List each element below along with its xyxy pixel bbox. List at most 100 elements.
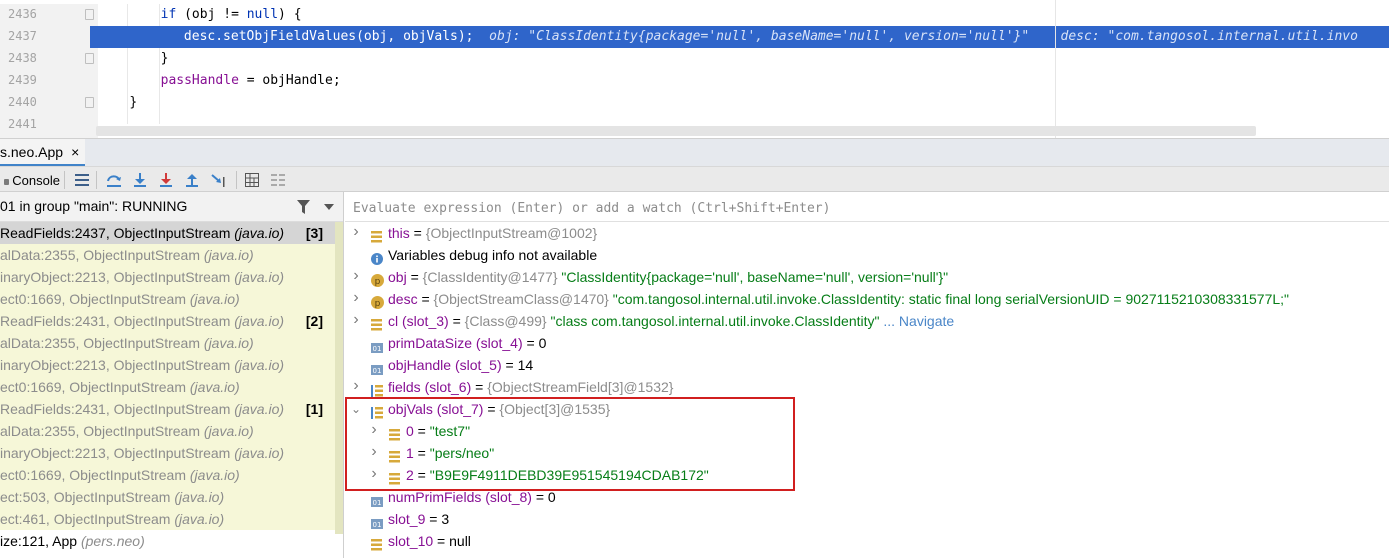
evaluate-expression-icon[interactable]	[242, 170, 262, 190]
filter-icon[interactable]	[297, 200, 310, 214]
stack-frame-row[interactable]: ect:503, ObjectInputStream (java.io)	[0, 486, 335, 508]
step-out-icon[interactable]	[182, 170, 202, 190]
variable-row[interactable]: › p obj = {ClassIdentity@1477} "ClassIdent…	[345, 266, 1385, 288]
variable-text: slot_10 = null	[388, 530, 471, 552]
run-to-cursor-icon[interactable]	[208, 170, 230, 190]
code-line[interactable]: }	[98, 92, 1389, 114]
equals-sign: =	[409, 225, 426, 241]
step-into-icon[interactable]	[130, 170, 150, 190]
variable-row[interactable]: › p desc = {ObjectStreamClass@1470} "com.t…	[345, 288, 1385, 310]
stack-frame-row[interactable]: ReadFields:2431, ObjectInputStream (java…	[0, 310, 335, 332]
stack-frame-row[interactable]: ect:461, ObjectInputStream (java.io)	[0, 508, 335, 530]
frame-method: alData:2355, ObjectInputStream	[0, 423, 201, 439]
code-area[interactable]: if (obj != null) { desc.setObjFieldValue…	[90, 4, 1389, 138]
line-number-gutter[interactable]: 2436 2437 2438 2439 2440 2441	[0, 4, 98, 138]
code-line[interactable]: }	[98, 48, 1389, 70]
frame-method: ect0:1669, ObjectInputStream	[0, 467, 186, 483]
stack-frame-row[interactable]: ize:121, App (pers.neo)	[0, 530, 335, 552]
step-over-icon[interactable]	[104, 170, 124, 190]
right-margin-guide	[1055, 0, 1056, 138]
line-number: 2436	[8, 7, 37, 21]
navigate-link[interactable]: ... Navigate	[879, 313, 954, 329]
evaluate-expression-input[interactable]	[345, 196, 1389, 220]
variable-text: this = {ObjectInputStream@1002}	[388, 222, 597, 244]
variable-row[interactable]: › this = {ObjectInputStream@1002}	[345, 222, 1385, 244]
stack-frame-row[interactable]: inaryObject:2213, ObjectInputStream (jav…	[0, 266, 335, 288]
frame-method: ect:503, ObjectInputStream	[0, 489, 171, 505]
code-line[interactable]: if (obj != null) {	[98, 4, 1389, 26]
stack-frame-row[interactable]: ect0:1669, ObjectInputStream (java.io)	[0, 288, 335, 310]
code-line[interactable]: passHandle = objHandle;	[98, 70, 1389, 92]
variable-name: this	[388, 225, 410, 241]
chevron-right-icon[interactable]: ›	[351, 266, 361, 286]
variable-text: desc = {ObjectStreamClass@1470} "com.tan…	[388, 288, 1289, 310]
variable-row[interactable]: 01 objHandle (slot_5) = 14	[345, 354, 1385, 376]
chevron-right-icon[interactable]: ›	[351, 376, 361, 396]
chevron-down-icon[interactable]	[324, 204, 334, 210]
variable-name: desc	[388, 291, 418, 307]
frame-method: alData:2355, ObjectInputStream	[0, 247, 201, 263]
trace-icon[interactable]	[268, 170, 288, 190]
stack-frame-row[interactable]: ect0:1669, ObjectInputStream (java.io)	[0, 376, 335, 398]
frame-method: ect:461, ObjectInputStream	[0, 511, 171, 527]
current-execution-line[interactable]: desc.setObjFieldValues(obj, objVals); ob…	[90, 26, 1389, 48]
variable-name: fields (slot_6)	[388, 379, 472, 395]
fold-marker-icon[interactable]	[85, 97, 94, 108]
stack-frame-row[interactable]: inaryObject:2213, ObjectInputStream (jav…	[0, 354, 335, 376]
variable-row[interactable]: 01 slot_9 = 3	[345, 508, 1385, 530]
stack-frame-row[interactable]: ect0:1669, ObjectInputStream (java.io)	[0, 464, 335, 486]
variable-name: obj	[388, 269, 407, 285]
force-step-into-icon[interactable]	[156, 170, 176, 190]
debug-info-row[interactable]: Variables debug info not available	[345, 244, 1385, 266]
stack-frame-row[interactable]: ReadFields:2431, ObjectInputStream (java…	[0, 398, 335, 420]
stack-frame-row[interactable]: ReadFields:2437, ObjectInputStream (java…	[0, 222, 335, 244]
variable-text: Variables debug info not available	[388, 244, 597, 266]
code-editor[interactable]: 2436 2437 2438 2439 2440 2441 if (obj !=…	[0, 0, 1389, 138]
variable-row[interactable]: slot_10 = null	[345, 530, 1385, 552]
line-number: 2438	[8, 51, 37, 65]
frame-package: (java.io)	[203, 423, 254, 439]
variable-text: fields (slot_6) = {ObjectStreamField[3]@…	[388, 376, 673, 398]
variables-panel: › this = {ObjectInputStream@1002} Variable…	[345, 192, 1389, 558]
chevron-right-icon[interactable]: ›	[351, 222, 361, 242]
frame-method: ReadFields:2431, ObjectInputStream	[0, 401, 231, 417]
horizontal-scrollbar[interactable]	[96, 126, 1256, 136]
fold-marker-icon[interactable]	[85, 53, 94, 64]
variable-row[interactable]: 01 primDataSize (slot_4) = 0	[345, 332, 1385, 354]
stack-frame-row[interactable]: inaryObject:2213, ObjectInputStream (jav…	[0, 442, 335, 464]
debug-tab-bar: s.neo.App ×	[0, 138, 1389, 167]
variable-text: primDataSize (slot_4) = 0	[388, 332, 546, 354]
frame-method: ect0:1669, ObjectInputStream	[0, 291, 186, 307]
debug-session-tab[interactable]: s.neo.App ×	[0, 139, 86, 167]
variable-value: "ClassIdentity{package='null', baseName=…	[557, 269, 949, 285]
frame-method: inaryObject:2213, ObjectInputStream	[0, 357, 231, 373]
frames-layout-icon[interactable]	[72, 170, 92, 190]
frame-package: (java.io)	[234, 269, 285, 285]
line-number: 2437	[8, 29, 37, 43]
chevron-right-icon[interactable]: ›	[351, 288, 361, 308]
frames-panel: 01 in group "main": RUNNING ReadFields:2…	[0, 192, 344, 558]
equals-sign: =	[531, 489, 548, 505]
svg-text:01: 01	[373, 499, 382, 507]
frame-package: (java.io)	[234, 357, 285, 373]
variable-row[interactable]: › fields (slot_6) = {ObjectStreamField[3]…	[345, 376, 1385, 398]
field-icon	[371, 535, 382, 557]
frame-method: ize:121, App	[0, 533, 78, 549]
equals-sign: =	[522, 335, 539, 351]
toolbar-separator	[236, 171, 237, 189]
frames-scrollbar[interactable]	[335, 222, 343, 534]
close-icon[interactable]: ×	[71, 144, 79, 160]
frames-list[interactable]: ReadFields:2437, ObjectInputStream (java…	[0, 222, 335, 552]
chevron-right-icon[interactable]: ›	[351, 310, 361, 330]
frame-package: (pers.neo)	[80, 533, 145, 549]
thread-selector[interactable]: 01 in group "main": RUNNING	[0, 192, 343, 222]
variable-row[interactable]: › cl (slot_3) = {Class@499} "class com.ta…	[345, 310, 1385, 332]
code-text: desc.setObjFieldValues(obj, objVals);	[183, 29, 474, 44]
stack-frame-row[interactable]: alData:2355, ObjectInputStream (java.io)	[0, 244, 335, 266]
console-tab[interactable]: Console	[4, 170, 60, 190]
variable-name: slot_9	[388, 511, 426, 527]
stack-frame-row[interactable]: alData:2355, ObjectInputStream (java.io)	[0, 332, 335, 354]
stack-frame-row[interactable]: alData:2355, ObjectInputStream (java.io)	[0, 420, 335, 442]
frame-package: (java.io)	[174, 511, 225, 527]
fold-marker-icon[interactable]	[85, 9, 94, 20]
